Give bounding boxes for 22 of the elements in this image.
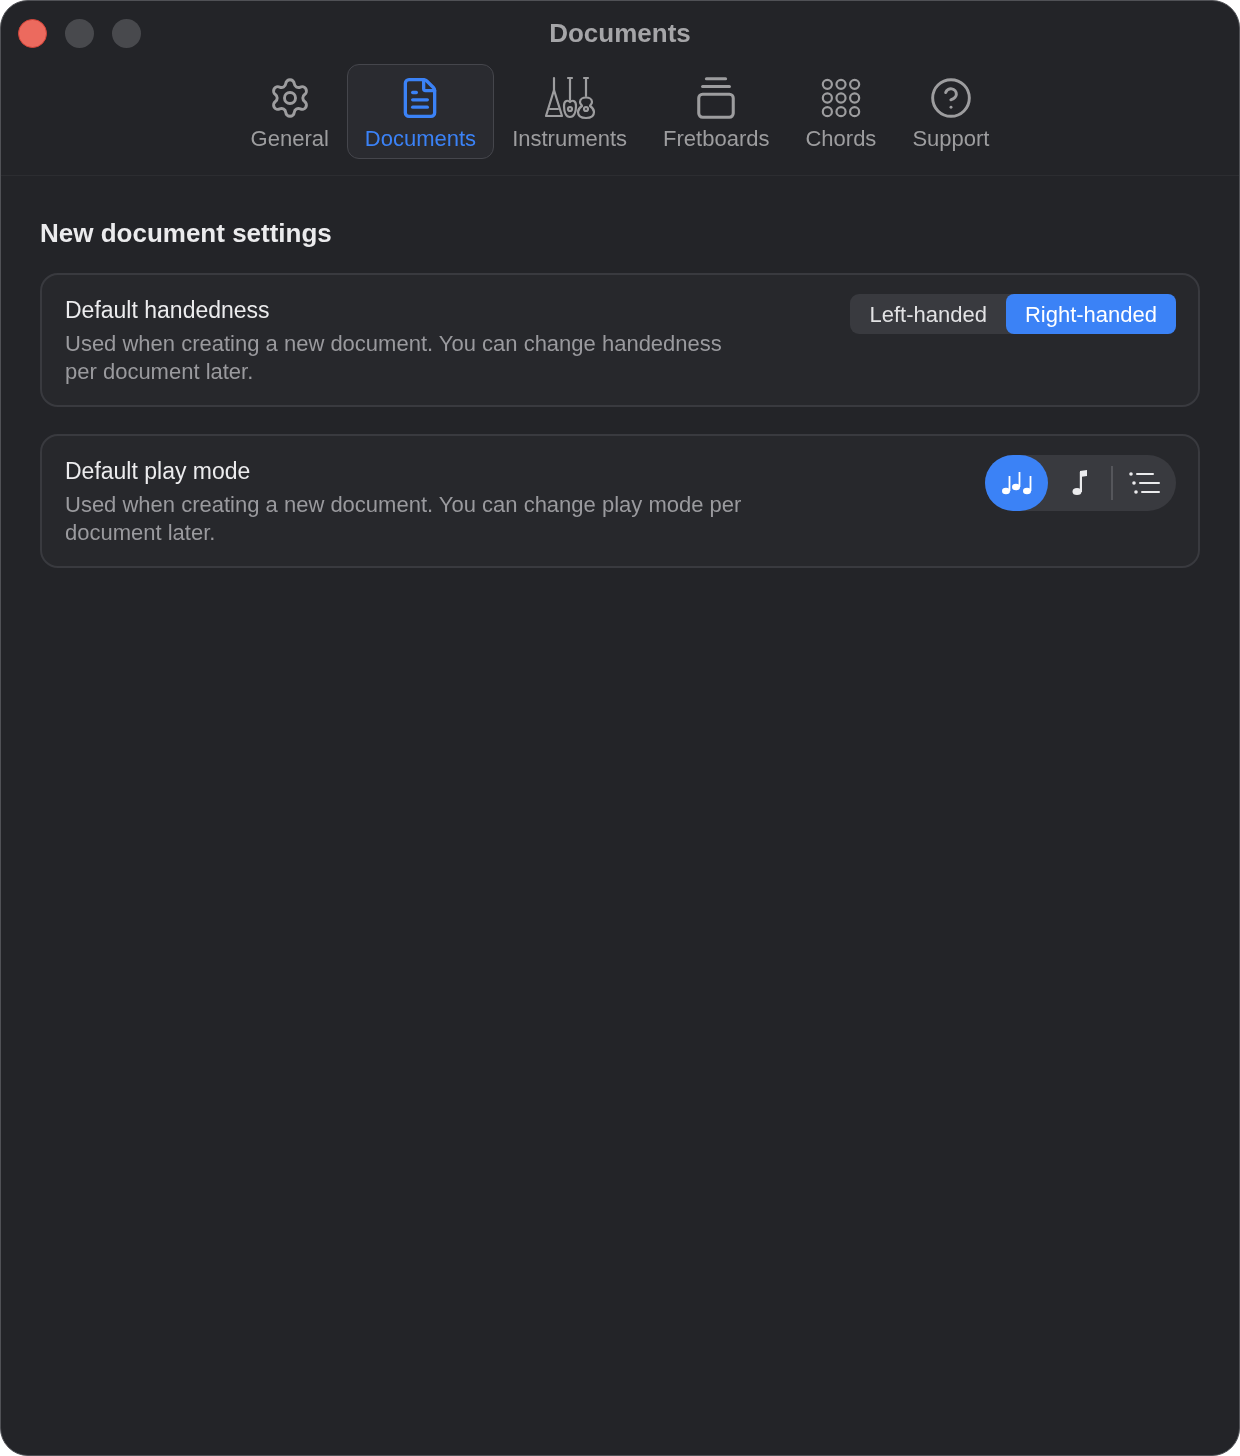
toolbar-tab[interactable]: Fretboards	[645, 64, 788, 159]
close-button[interactable]	[18, 18, 47, 48]
notes-icon	[1000, 471, 1033, 495]
segment-option[interactable]: Right-handed	[1005, 294, 1176, 334]
setting-title: Default play mode	[65, 457, 252, 486]
play-mode-option[interactable]	[985, 455, 1048, 511]
guitars-icon	[543, 76, 596, 120]
note-icon	[1071, 470, 1088, 496]
list-icon	[1128, 472, 1161, 494]
segment-option[interactable]: Left-handed	[850, 294, 1006, 334]
setting-description: Used when creating a new document. You can change play mode per document later.	[65, 491, 743, 547]
section-heading: New document settings	[40, 217, 333, 250]
toolbar-tab[interactable]: General	[232, 64, 347, 159]
setting-description: Used when creating a new document. You can change handedness per document later.	[65, 330, 723, 386]
toolbar-tab[interactable]: Documents	[346, 64, 495, 159]
window-title: Documents	[549, 16, 691, 50]
toolbar-tab[interactable]: Instruments	[494, 64, 646, 159]
dot-grid-icon	[820, 78, 861, 118]
setting-title: Default handedness	[65, 296, 271, 325]
help-icon	[928, 76, 973, 120]
toolbar-tab[interactable]: Support	[894, 64, 1008, 159]
toolbar-tab[interactable]: Chords	[787, 64, 895, 159]
